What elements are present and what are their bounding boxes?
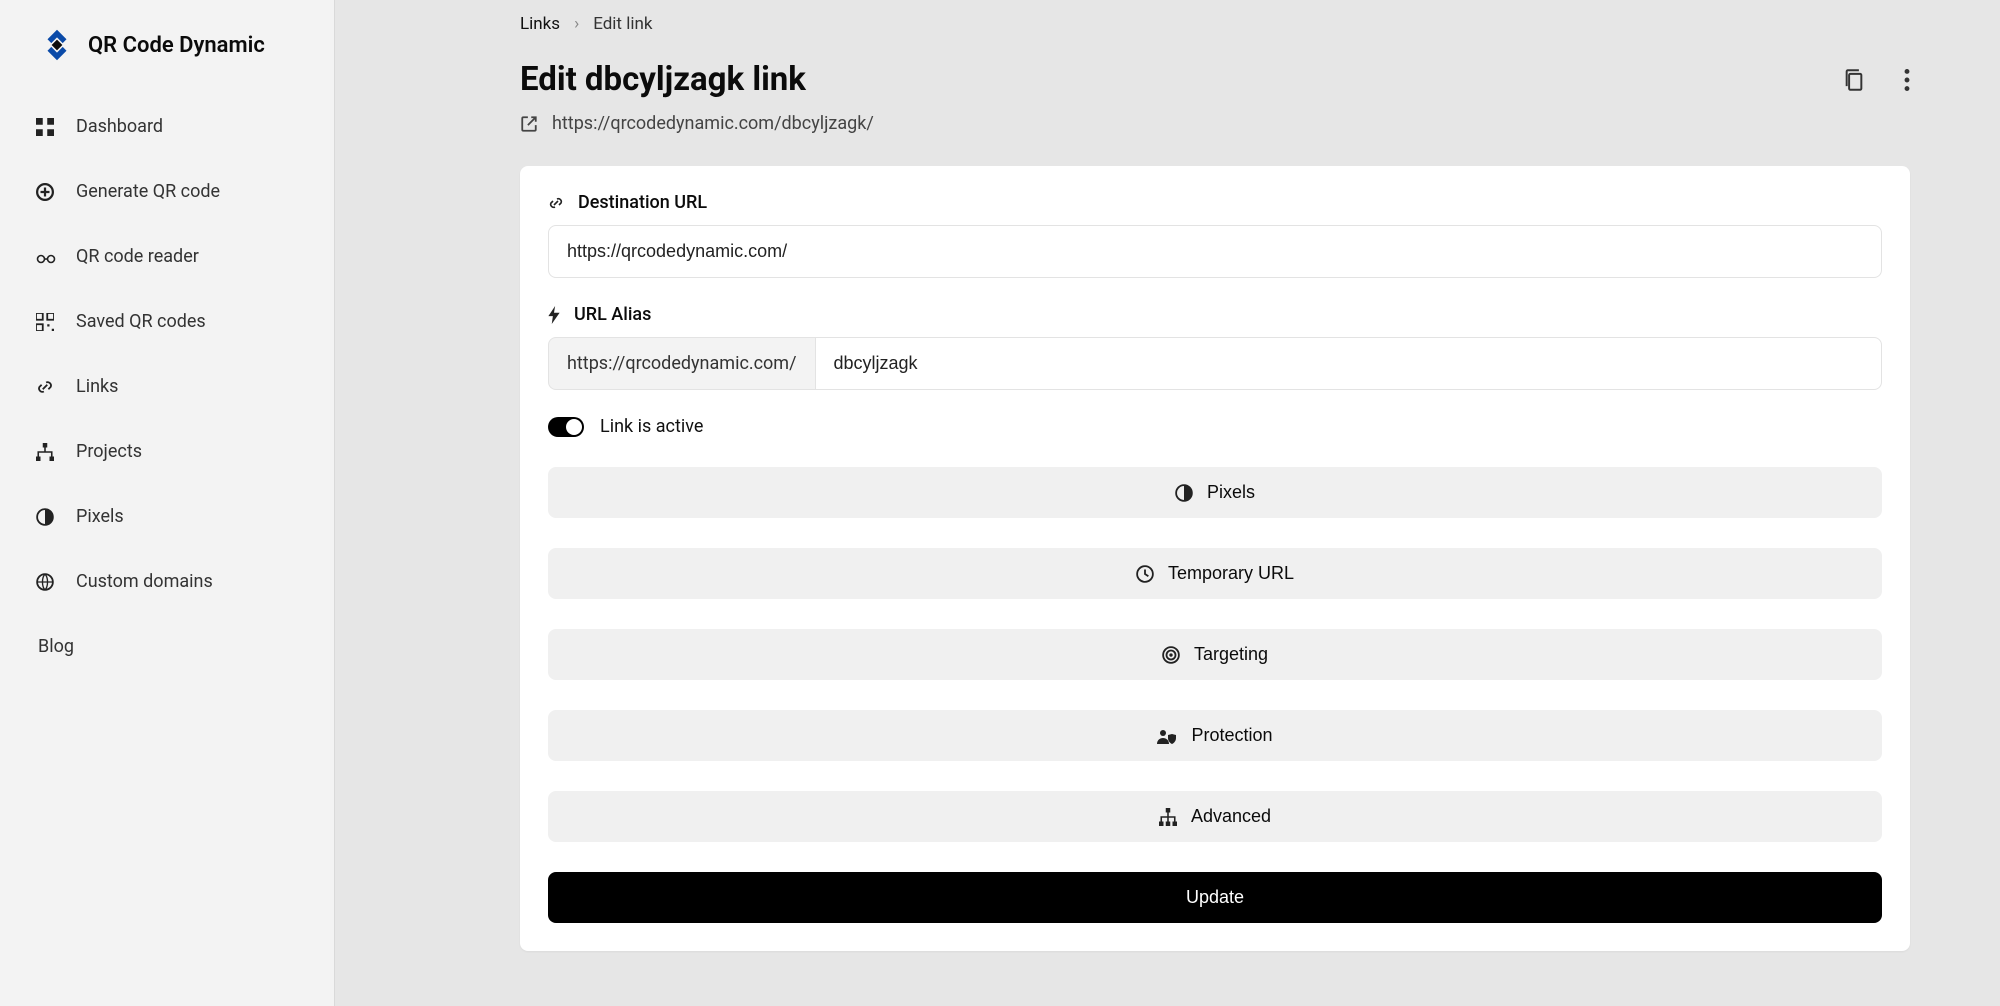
alias-prefix: https://qrcodedynamic.com/ — [548, 337, 815, 390]
active-toggle-row: Link is active — [548, 416, 1882, 437]
sidebar-item-label: Projects — [76, 441, 142, 462]
bolt-icon — [548, 306, 560, 324]
link-icon — [548, 195, 564, 211]
section-temporary-url[interactable]: Temporary URL — [548, 548, 1882, 599]
sidebar-item-generate[interactable]: Generate QR code — [0, 159, 334, 224]
link-url-row: https://qrcodedynamic.com/dbcyljzagk/ — [520, 113, 1910, 134]
section-protection[interactable]: Protection — [548, 710, 1882, 761]
breadcrumb-parent[interactable]: Links — [520, 14, 560, 34]
user-shield-icon — [1157, 727, 1177, 745]
sidebar-item-label: QR code reader — [76, 246, 199, 267]
diagram-icon — [36, 443, 58, 461]
grid-icon — [36, 118, 58, 136]
link-url[interactable]: https://qrcodedynamic.com/dbcyljzagk/ — [552, 113, 874, 134]
update-button[interactable]: Update — [548, 872, 1882, 923]
adjust-icon — [36, 508, 58, 526]
destination-input[interactable] — [548, 225, 1882, 278]
link-icon — [36, 378, 58, 396]
section-pixels[interactable]: Pixels — [548, 467, 1882, 518]
active-toggle[interactable] — [548, 417, 584, 437]
toggle-label: Link is active — [600, 416, 703, 437]
alias-input-group: https://qrcodedynamic.com/ — [548, 337, 1882, 390]
logo[interactable]: QR Code Dynamic — [0, 24, 334, 94]
clock-icon — [1136, 565, 1154, 583]
sitemap-icon — [1159, 808, 1177, 826]
globe-icon — [36, 573, 58, 591]
destination-label: Destination URL — [548, 192, 1882, 213]
edit-card: Destination URL URL Alias https://qrcode… — [520, 166, 1910, 951]
sidebar-item-blog[interactable]: Blog — [0, 614, 334, 679]
sidebar-item-label: Pixels — [76, 506, 124, 527]
sidebar-item-label: Links — [76, 376, 118, 397]
sidebar-item-links[interactable]: Links — [0, 354, 334, 419]
more-icon[interactable] — [1904, 69, 1910, 91]
sidebar-item-label: Custom domains — [76, 571, 213, 592]
header-actions — [1844, 69, 1910, 91]
main-content: Links › Edit link Edit dbcyljzagk link h… — [335, 0, 2000, 1006]
sidebar-item-label: Saved QR codes — [76, 311, 206, 332]
page-header: Edit dbcyljzagk link — [520, 60, 1910, 99]
plus-circle-icon — [36, 183, 58, 201]
breadcrumb: Links › Edit link — [520, 14, 1910, 34]
sidebar-item-reader[interactable]: QR code reader — [0, 224, 334, 289]
sidebar-item-saved[interactable]: Saved QR codes — [0, 289, 334, 354]
breadcrumb-current: Edit link — [593, 14, 652, 34]
section-targeting[interactable]: Targeting — [548, 629, 1882, 680]
sidebar-item-label: Generate QR code — [76, 181, 220, 202]
qr-icon — [36, 313, 58, 331]
external-link-icon — [520, 115, 538, 133]
alias-input[interactable] — [815, 337, 1882, 390]
sidebar-nav: Dashboard Generate QR code QR code reade… — [0, 94, 334, 679]
adjust-icon — [1175, 484, 1193, 502]
page-title: Edit dbcyljzagk link — [520, 60, 806, 99]
sidebar: QR Code Dynamic Dashboard Generate QR co… — [0, 0, 335, 1006]
logo-icon — [38, 26, 76, 64]
sidebar-item-dashboard[interactable]: Dashboard — [0, 94, 334, 159]
chevron-right-icon: › — [574, 14, 579, 34]
logo-text: QR Code Dynamic — [88, 33, 265, 58]
section-advanced[interactable]: Advanced — [548, 791, 1882, 842]
copy-icon[interactable] — [1844, 69, 1864, 91]
sidebar-item-domains[interactable]: Custom domains — [0, 549, 334, 614]
sidebar-item-label: Blog — [38, 636, 74, 657]
sidebar-item-label: Dashboard — [76, 116, 163, 137]
glasses-icon — [36, 250, 58, 264]
sidebar-item-pixels[interactable]: Pixels — [0, 484, 334, 549]
sidebar-item-projects[interactable]: Projects — [0, 419, 334, 484]
alias-label: URL Alias — [548, 304, 1882, 325]
target-icon — [1162, 646, 1180, 664]
